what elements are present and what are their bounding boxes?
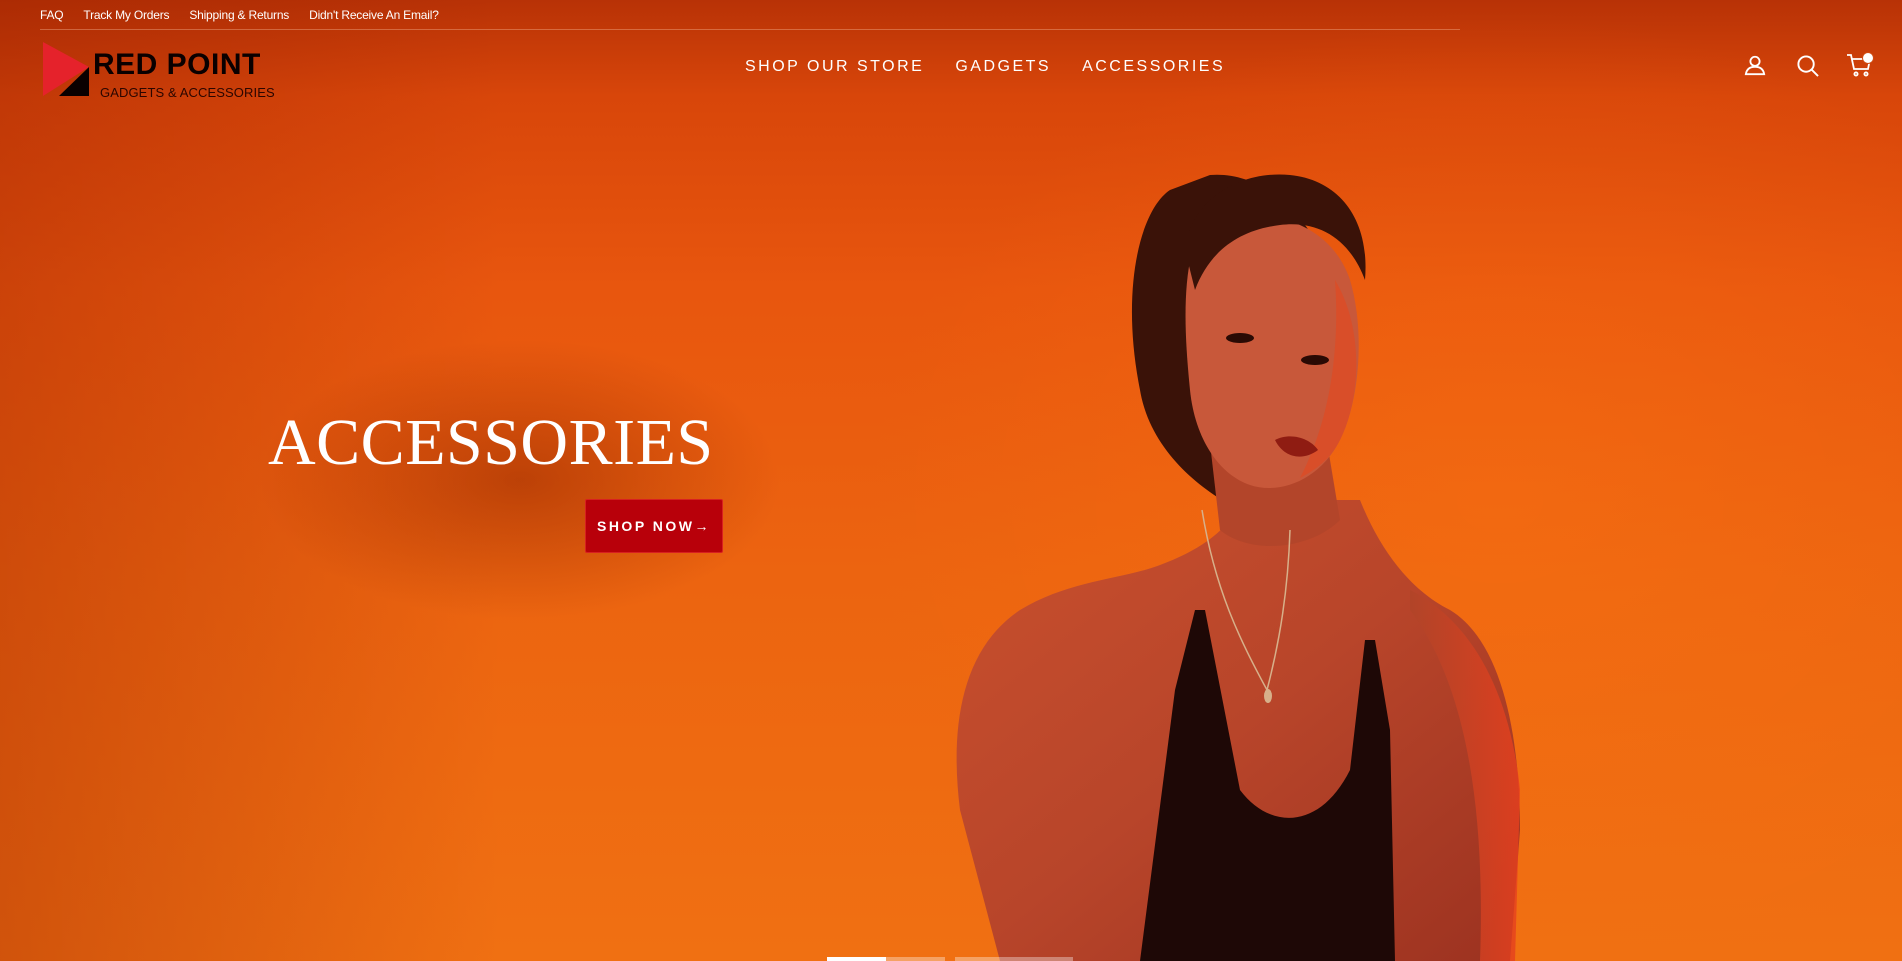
hero-model-image: [956, 174, 1520, 961]
site-header: RED POINT GADGETS & ACCESSORIES SHOP OUR…: [0, 30, 1902, 106]
nav-item-shop-our-store[interactable]: SHOP OUR STORE: [745, 58, 924, 76]
utility-link-track-orders[interactable]: Track My Orders: [83, 8, 169, 22]
cart-icon[interactable]: [1846, 52, 1874, 78]
slider-indicators: [827, 957, 1073, 961]
utility-link-email-help[interactable]: Didn't Receive An Email?: [309, 8, 439, 22]
brand-name: RED POINT: [93, 48, 261, 81]
brand-logo[interactable]: RED POINT GADGETS & ACCESSORIES: [41, 40, 281, 100]
logo-triangle-icon: [43, 42, 89, 96]
cart-count-badge: [1862, 52, 1874, 64]
search-icon[interactable]: [1794, 52, 1820, 78]
brand-tagline: GADGETS & ACCESSORIES: [100, 85, 275, 100]
nav-item-gadgets[interactable]: GADGETS: [955, 58, 1051, 76]
header-icons: [1742, 52, 1874, 78]
utility-link-shipping-returns[interactable]: Shipping & Returns: [189, 8, 289, 22]
slider-dot-2[interactable]: [955, 957, 1073, 961]
nav-item-accessories[interactable]: ACCESSORIES: [1082, 58, 1225, 76]
shop-now-button[interactable]: SHOP NOW→: [585, 499, 723, 553]
utility-link-faq[interactable]: FAQ: [40, 8, 64, 22]
slider-dot-1[interactable]: [827, 957, 945, 961]
main-nav: SHOP OUR STORE GADGETS ACCESSORIES: [745, 58, 1225, 76]
hero-title: ACCESSORIES: [268, 406, 714, 479]
utility-bar: FAQ Track My Orders Shipping & Returns D…: [40, 0, 1460, 30]
account-icon[interactable]: [1742, 52, 1768, 78]
